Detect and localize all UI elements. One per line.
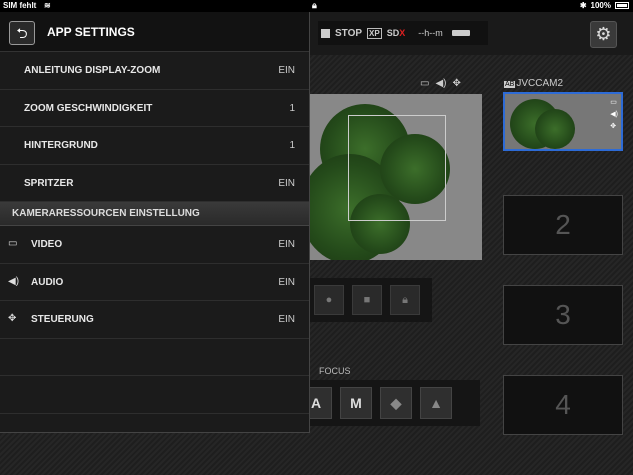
thumb-icons: ▭ ◀) ✥ [610,98,618,130]
camera-name: AB JVCCAM2 [504,78,563,89]
battery-icon [615,2,629,9]
sd-status: SDX [386,28,406,38]
recorder-status: STOP XP SDX --h--m [318,21,488,45]
setting-value: 1 [289,102,295,114]
focus-controls: A M ◆ ▲ [296,380,480,426]
setting-row-splash[interactable]: SPRITZER EIN [0,165,309,202]
video-icon: ▭ [8,238,18,249]
focus-near-button[interactable]: ◆ [380,387,412,419]
setting-row-zoom-speed[interactable]: ZOOM GESCHWINDIGKEIT 1 [0,90,309,127]
control-icon: ✥ [8,313,17,324]
setting-row-audio[interactable]: ◀) AUDIO EIN [0,264,309,301]
focus-far-button[interactable]: ▲ [420,387,452,419]
camera-tag: AB [504,81,516,88]
setting-label: SPRITZER [24,177,74,189]
settings-title: APP SETTINGS [47,25,135,39]
record-controls: ● ■ 🔒︎ [310,278,432,322]
wifi-icon: ≋ [44,1,51,10]
setting-label: ZOOM GESCHWINDIGKEIT [24,102,153,114]
lock-icon: 🔒︎ [312,0,317,10]
app-settings-panel: ⮌ APP SETTINGS ANLEITUNG DISPLAY-ZOOM EI… [0,12,310,433]
setting-row-display-zoom-guide[interactable]: ANLEITUNG DISPLAY-ZOOM EIN [0,52,309,90]
lock-button[interactable]: 🔒︎ [390,285,420,315]
setting-value: EIN [278,65,295,76]
setting-row-background[interactable]: HINTERGRUND 1 [0,127,309,165]
setting-label: STEUERUNG [31,314,94,325]
rec-time: --h--m [418,28,443,38]
carrier-text: SIM fehlt [3,1,37,10]
setting-label: ANLEITUNG DISPLAY-ZOOM [24,65,161,76]
setting-label: VIDEO [31,239,63,250]
settings-header: ⮌ APP SETTINGS [0,12,309,52]
audio-icon: ◀) [435,78,447,89]
rec-mode: XP [367,27,382,39]
setting-value: EIN [278,314,295,325]
camera-slot-3[interactable]: 3 [503,285,623,345]
camera-slot-4[interactable]: 4 [503,375,623,435]
rec-state: STOP [335,27,363,39]
bluetooth-icon: ✱ [579,1,587,10]
video-icon: ▭ [610,99,617,106]
camera-list: AB JVCCAM2 ▭ ◀) ✥ 2 3 4 [498,78,633,475]
record-button[interactable]: ● [314,285,344,315]
setting-row-video[interactable]: ▭ VIDEO EIN [0,226,309,264]
power-plug-icon [451,30,470,36]
setting-label: HINTERGRUND [24,140,98,151]
video-icon: ▭ [420,78,430,89]
status-right: ✱ 100% [580,1,629,10]
focus-label: FOCUS [319,366,351,376]
setting-label: AUDIO [31,276,64,288]
focus-frame [348,115,446,221]
setting-row-control[interactable]: ✥ STEUERUNG EIN [0,301,309,339]
setting-value: EIN [278,239,295,250]
focus-manual-button[interactable]: M [340,387,372,419]
camera-thumbnail-1[interactable]: ▭ ◀) ✥ [503,92,623,151]
status-bar: SIM fehlt ≋ 🔒︎ ✱ 100% [0,0,633,12]
audio-icon: ◀) [8,275,20,287]
control-icon: ✥ [610,123,617,130]
setting-value: 1 [289,140,295,151]
back-button[interactable]: ⮌ [9,21,35,45]
section-title: KAMERARESSOURCEN EINSTELLUNG [12,208,200,219]
setting-value: EIN [278,276,295,288]
camera-name-text: JVCCAM2 [516,78,564,89]
empty-row [0,376,309,414]
camera-resource-icons: ▭ ◀) ✥ [420,78,461,89]
setting-value: EIN [278,177,295,189]
audio-icon: ◀) [610,111,618,118]
empty-row [0,339,309,376]
stop-button[interactable]: ■ [352,285,382,315]
camera-slot-2[interactable]: 2 [503,195,623,255]
section-camera-resources: KAMERARESSOURCEN EINSTELLUNG [0,202,309,226]
stop-icon [321,28,330,38]
gear-icon[interactable]: ⚙ [590,21,617,48]
battery-percent: 100% [590,1,611,10]
control-icon: ✥ [452,78,461,89]
